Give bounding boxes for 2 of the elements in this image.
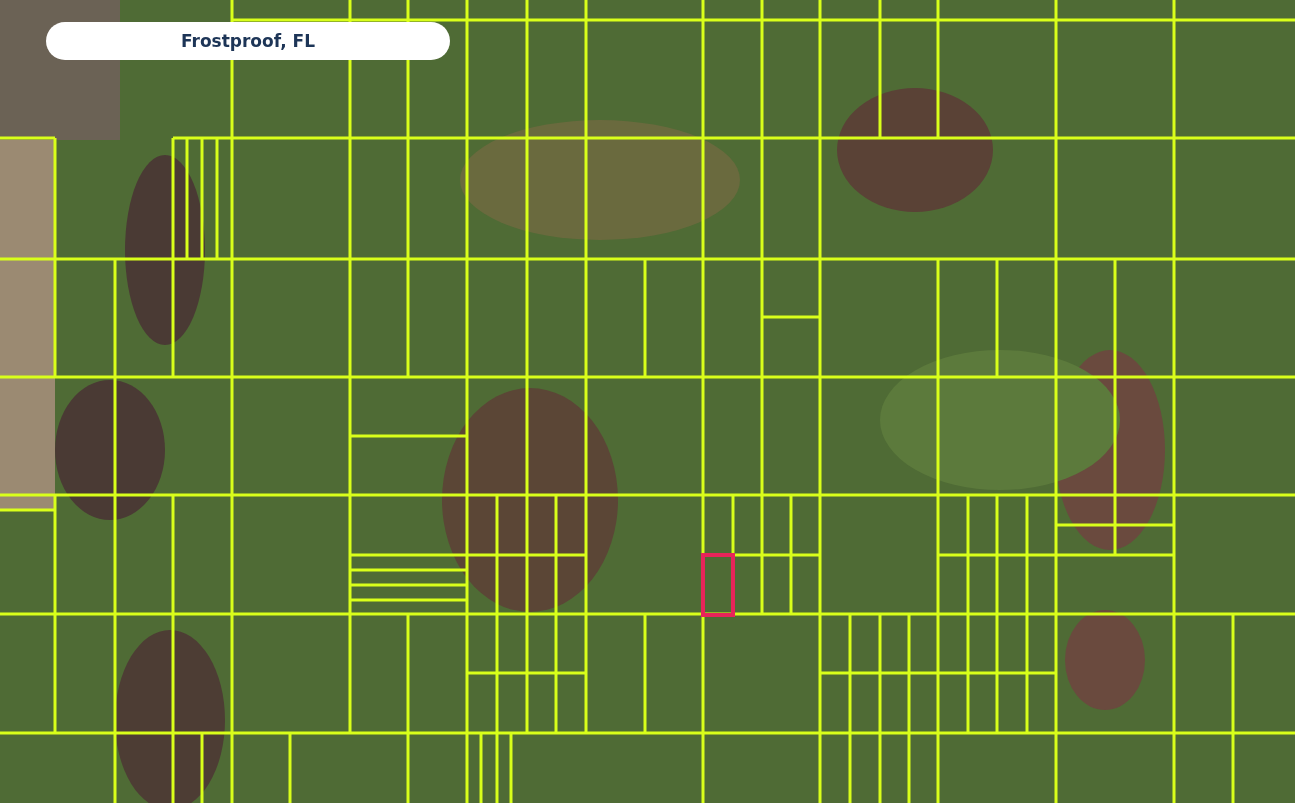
location-label: Frostproof, FL bbox=[46, 22, 450, 60]
selected-parcel-outline[interactable] bbox=[701, 553, 735, 617]
